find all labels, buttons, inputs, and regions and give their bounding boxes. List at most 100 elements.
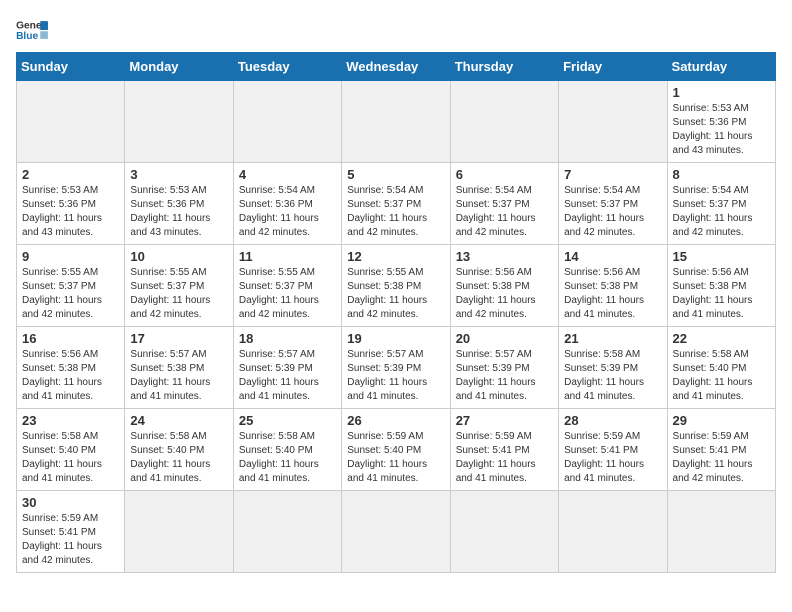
day-number: 3 [130,167,227,182]
calendar-cell [559,491,667,573]
day-number: 13 [456,249,553,264]
day-info: Sunrise: 5:54 AMSunset: 5:37 PMDaylight:… [564,184,661,240]
calendar-cell [233,81,341,163]
day-info: Sunrise: 5:53 AMSunset: 5:36 PMDaylight:… [130,184,227,240]
calendar-cell: 3 Sunrise: 5:53 AMSunset: 5:36 PMDaylight… [125,163,233,245]
day-info: Sunrise: 5:54 AMSunset: 5:36 PMDaylight:… [239,184,336,240]
calendar-cell: 9 Sunrise: 5:55 AMSunset: 5:37 PMDaylight… [17,245,125,327]
calendar-cell: 28Sunrise: 5:59 AMSunset: 5:41 PMDayligh… [559,409,667,491]
weekday-tuesday: Tuesday [233,53,341,81]
day-number: 25 [239,413,336,428]
calendar-cell [559,81,667,163]
svg-text:Blue: Blue [16,31,38,42]
day-number: 14 [564,249,661,264]
day-number: 27 [456,413,553,428]
calendar-cell: 27Sunrise: 5:59 AMSunset: 5:41 PMDayligh… [450,409,558,491]
page-header: General Blue [16,16,776,44]
day-number: 17 [130,331,227,346]
day-info: Sunrise: 5:58 AMSunset: 5:40 PMDaylight:… [130,430,227,486]
day-info: Sunrise: 5:58 AMSunset: 5:40 PMDaylight:… [22,430,119,486]
weekday-saturday: Saturday [667,53,775,81]
day-number: 5 [347,167,444,182]
day-info: Sunrise: 5:54 AMSunset: 5:37 PMDaylight:… [347,184,444,240]
calendar-cell: 25 Sunrise: 5:58 AMSunset: 5:40 PMDayligh… [233,409,341,491]
day-info: Sunrise: 5:57 AMSunset: 5:38 PMDaylight:… [130,348,227,404]
calendar-row-4: 16Sunrise: 5:56 AMSunset: 5:38 PMDayligh… [17,327,776,409]
calendar-cell [667,491,775,573]
day-info: Sunrise: 5:55 AMSunset: 5:37 PMDaylight:… [22,266,119,322]
day-number: 10 [130,249,227,264]
day-number: 15 [673,249,770,264]
day-number: 11 [239,249,336,264]
weekday-header-row: SundayMondayTuesdayWednesdayThursdayFrid… [17,53,776,81]
calendar-row-3: 9 Sunrise: 5:55 AMSunset: 5:37 PMDaylight… [17,245,776,327]
day-info: Sunrise: 5:59 AMSunset: 5:41 PMDaylight:… [564,430,661,486]
day-info: Sunrise: 5:54 AMSunset: 5:37 PMDaylight:… [673,184,770,240]
day-number: 19 [347,331,444,346]
day-number: 4 [239,167,336,182]
day-number: 24 [130,413,227,428]
day-number: 12 [347,249,444,264]
day-info: Sunrise: 5:57 AMSunset: 5:39 PMDaylight:… [456,348,553,404]
calendar-row-6: 30 Sunrise: 5:59 AMSunset: 5:41 PMDayligh… [17,491,776,573]
calendar-cell [125,81,233,163]
calendar-cell: 19 Sunrise: 5:57 AMSunset: 5:39 PMDayligh… [342,327,450,409]
day-number: 30 [22,495,119,510]
calendar-row-5: 23 Sunrise: 5:58 AMSunset: 5:40 PMDayligh… [17,409,776,491]
day-info: Sunrise: 5:58 AMSunset: 5:40 PMDaylight:… [239,430,336,486]
day-info: Sunrise: 5:53 AMSunset: 5:36 PMDaylight:… [22,184,119,240]
calendar-table: SundayMondayTuesdayWednesdayThursdayFrid… [16,52,776,573]
calendar-cell: 21 Sunrise: 5:58 AMSunset: 5:39 PMDayligh… [559,327,667,409]
day-number: 26 [347,413,444,428]
calendar-cell: 16Sunrise: 5:56 AMSunset: 5:38 PMDayligh… [17,327,125,409]
day-info: Sunrise: 5:54 AMSunset: 5:37 PMDaylight:… [456,184,553,240]
day-number: 18 [239,331,336,346]
day-number: 6 [456,167,553,182]
calendar-cell: 2Sunrise: 5:53 AMSunset: 5:36 PMDaylight… [17,163,125,245]
logo-icon: General Blue [16,16,48,44]
calendar-cell: 11 Sunrise: 5:55 AMSunset: 5:37 PMDayligh… [233,245,341,327]
calendar-cell: 6 Sunrise: 5:54 AMSunset: 5:37 PMDaylight… [450,163,558,245]
day-number: 7 [564,167,661,182]
calendar-cell: 12 Sunrise: 5:55 AMSunset: 5:38 PMDayligh… [342,245,450,327]
day-number: 9 [22,249,119,264]
day-info: Sunrise: 5:55 AMSunset: 5:37 PMDaylight:… [239,266,336,322]
day-info: Sunrise: 5:59 AMSunset: 5:41 PMDaylight:… [22,512,119,568]
calendar-cell: 30 Sunrise: 5:59 AMSunset: 5:41 PMDayligh… [17,491,125,573]
day-info: Sunrise: 5:57 AMSunset: 5:39 PMDaylight:… [347,348,444,404]
day-info: Sunrise: 5:53 AMSunset: 5:36 PMDaylight:… [673,102,770,158]
day-number: 20 [456,331,553,346]
day-info: Sunrise: 5:57 AMSunset: 5:39 PMDaylight:… [239,348,336,404]
calendar-cell [342,491,450,573]
day-info: Sunrise: 5:58 AMSunset: 5:40 PMDaylight:… [673,348,770,404]
calendar-cell: 26Sunrise: 5:59 AMSunset: 5:40 PMDayligh… [342,409,450,491]
calendar-row-1: 1Sunrise: 5:53 AMSunset: 5:36 PMDaylight… [17,81,776,163]
calendar-cell [17,81,125,163]
logo: General Blue [16,16,48,44]
calendar-cell: 18 Sunrise: 5:57 AMSunset: 5:39 PMDayligh… [233,327,341,409]
day-number: 21 [564,331,661,346]
calendar-cell [450,81,558,163]
calendar-cell: 20 Sunrise: 5:57 AMSunset: 5:39 PMDayligh… [450,327,558,409]
weekday-friday: Friday [559,53,667,81]
day-number: 22 [673,331,770,346]
calendar-cell: 24 Sunrise: 5:58 AMSunset: 5:40 PMDayligh… [125,409,233,491]
calendar-cell: 7 Sunrise: 5:54 AMSunset: 5:37 PMDaylight… [559,163,667,245]
calendar-cell [450,491,558,573]
day-info: Sunrise: 5:55 AMSunset: 5:38 PMDaylight:… [347,266,444,322]
calendar-cell: 4 Sunrise: 5:54 AMSunset: 5:36 PMDaylight… [233,163,341,245]
calendar-cell: 5 Sunrise: 5:54 AMSunset: 5:37 PMDaylight… [342,163,450,245]
calendar-cell: 1Sunrise: 5:53 AMSunset: 5:36 PMDaylight… [667,81,775,163]
day-number: 23 [22,413,119,428]
day-number: 8 [673,167,770,182]
weekday-monday: Monday [125,53,233,81]
calendar-cell: 22 Sunrise: 5:58 AMSunset: 5:40 PMDayligh… [667,327,775,409]
day-number: 16 [22,331,119,346]
day-info: Sunrise: 5:58 AMSunset: 5:39 PMDaylight:… [564,348,661,404]
calendar-cell [342,81,450,163]
calendar-cell: 15 Sunrise: 5:56 AMSunset: 5:38 PMDayligh… [667,245,775,327]
calendar-cell [233,491,341,573]
calendar-cell: 10Sunrise: 5:55 AMSunset: 5:37 PMDayligh… [125,245,233,327]
day-info: Sunrise: 5:56 AMSunset: 5:38 PMDaylight:… [673,266,770,322]
calendar-cell: 14Sunrise: 5:56 AMSunset: 5:38 PMDayligh… [559,245,667,327]
